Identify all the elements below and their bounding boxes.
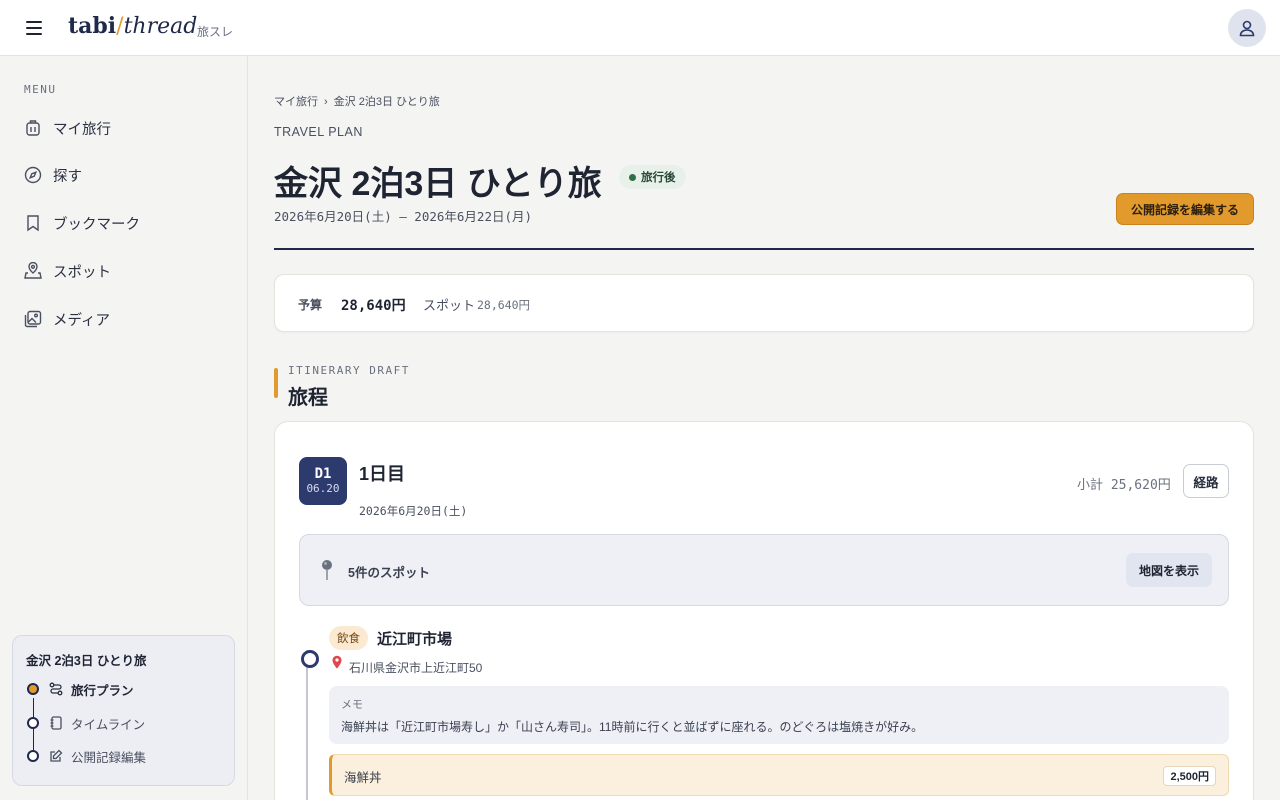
expense-item-name: 海鮮丼 [344,771,382,785]
budget-card: 予算 28,640円 スポット 28,640円 [274,274,1254,332]
location-pin-icon [331,655,343,674]
budget-label: 予算 [298,298,323,312]
compass-icon [24,166,42,184]
page-title: 金沢 2泊3日 ひとり旅 [274,165,602,203]
sidebar: MENU マイ旅行 探す ブックマーク スポット メディア 金沢 2泊3日 ひと… [0,56,248,800]
menu-heading: MENU [24,83,57,96]
step-indicator [27,750,39,762]
edit-icon [49,749,63,763]
edit-public-record-button[interactable]: 公開記録を編集する [1116,193,1254,225]
hamburger-icon[interactable] [26,21,42,35]
page-eyebrow: TRAVEL PLAN [274,125,363,139]
logo-subtitle: 旅スレ [197,25,234,39]
sidebar-item-my-trips[interactable]: マイ旅行 [24,114,224,142]
spots-count: 5件のスポット [348,566,430,580]
luggage-icon [24,119,42,137]
day-date: 2026年6月20日(土) [359,504,468,518]
expense-item-price: 2,500円 [1163,766,1216,786]
day-title: 1日目 [359,464,406,484]
day-subtotal: 小計 25,620円 [1077,478,1171,493]
image-icon [24,310,42,328]
breadcrumb-separator: › [324,96,328,108]
header-divider [274,248,1254,250]
expense-item: 海鮮丼 2,500円 [329,754,1229,796]
trip-step-plan[interactable]: 旅行プラン [27,679,227,699]
section-eyebrow: ITINERARY DRAFT [288,364,410,377]
breadcrumb: マイ旅行 › 金沢 2泊3日 ひとり旅 [274,93,440,109]
budget-spot-value: 28,640円 [477,298,531,312]
day-card: D1 06.20 1日目 2026年6月20日(土) 小計 25,620円 経路… [274,421,1254,800]
sidebar-item-media[interactable]: メディア [24,305,224,333]
sidebar-item-label: ブックマーク [53,216,140,233]
trip-step-label: 公開記録編集 [71,750,147,765]
trip-nav-card: 金沢 2泊3日 ひとり旅 旅行プラン タイムライン 公開記録編集 [12,635,235,786]
top-header: tabi/thread 旅スレ [0,0,1280,56]
spot-address: 石川県金沢市上近江町50 [349,661,483,675]
trip-date-range: 2026年6月20日(土) – 2026年6月22日(月) [274,209,533,224]
memo-box: メモ 海鮮丼は「近江町市場寿し」か「山さん寿司」。11時前に行くと並ばずに座れる… [329,686,1229,744]
day-badge: D1 06.20 [299,457,347,505]
day-badge-date: 06.20 [306,482,340,495]
spot-name[interactable]: 近江町市場 [377,628,452,649]
app-logo[interactable]: tabi/thread [68,13,197,39]
show-map-button[interactable]: 地図を表示 [1126,553,1212,587]
sidebar-item-label: メディア [53,312,110,329]
breadcrumb-parent-link[interactable]: マイ旅行 [274,96,318,108]
map-pin-icon [24,262,42,280]
bookmark-icon [24,214,42,232]
memo-label: メモ [341,699,363,711]
notebook-icon [49,716,63,730]
logo-bold: tabi [68,13,117,39]
budget-spot-label: スポット [423,298,476,313]
step-indicator [27,683,39,695]
sidebar-item-label: 探す [53,168,82,185]
timeline-node [301,650,319,668]
day-badge-number: D1 [314,466,332,482]
timeline-line [306,650,308,800]
breadcrumb-current: 金沢 2泊3日 ひとり旅 [333,96,440,108]
trip-step-public-edit[interactable]: 公開記録編集 [27,746,227,766]
trip-step-timeline[interactable]: タイムライン [27,713,227,733]
sidebar-item-bookmarks[interactable]: ブックマーク [24,209,224,237]
section-accent-bar [274,368,278,398]
trip-card-title: 金沢 2泊3日 ひとり旅 [26,654,147,668]
sidebar-item-spots[interactable]: スポット [24,257,224,285]
trip-step-label: 旅行プラン [71,683,134,698]
sidebar-item-label: マイ旅行 [53,121,111,138]
route-icon [49,682,63,696]
status-label: 旅行後 [641,172,676,184]
user-avatar[interactable] [1228,9,1266,47]
status-badge: 旅行後 [619,165,686,189]
trip-step-label: タイムライン [71,717,146,732]
status-dot [629,173,636,181]
route-button[interactable]: 経路 [1183,464,1229,498]
sidebar-item-label: スポット [53,264,111,281]
logo-slash: / [116,14,124,39]
sidebar-item-explore[interactable]: 探す [24,161,224,189]
user-icon [1239,20,1255,37]
section-title: 旅程 [288,387,328,409]
category-badge: 飲食 [329,626,368,650]
pushpin-icon [320,559,334,586]
step-indicator [27,717,39,729]
logo-italic: thread [123,14,198,39]
budget-total: 28,640円 [341,298,406,314]
spots-summary: 5件のスポット 地図を表示 [299,534,1229,606]
memo-text: 海鮮丼は「近江町市場寿し」か「山さん寿司」。11時前に行くと並ばずに座れる。のど… [341,720,924,734]
